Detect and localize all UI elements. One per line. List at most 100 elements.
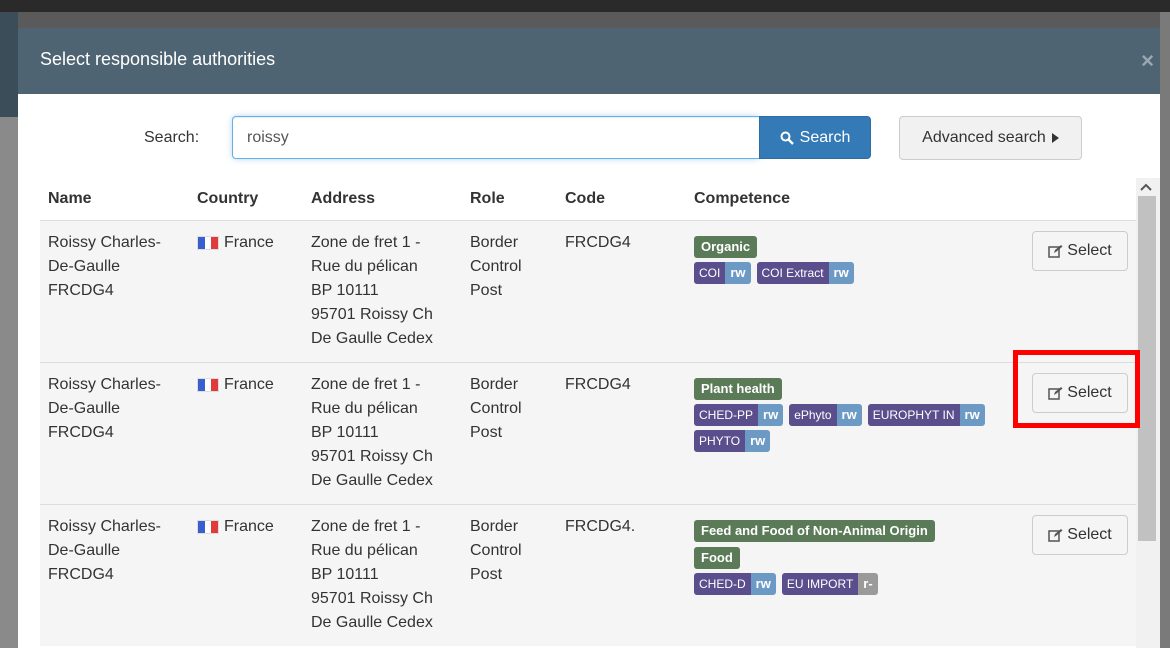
permission-name: CHED-PP	[694, 404, 759, 426]
chevron-up-icon[interactable]	[1140, 180, 1152, 194]
address-cell: Zone de fret 1 - Rue du pélican BP 10111 95…	[311, 515, 461, 635]
role-cell-line: Post	[470, 282, 503, 299]
role-cell-line: Border	[470, 518, 519, 535]
country-cell: France	[197, 231, 307, 255]
address-cell-line: Zone de fret 1 -	[311, 518, 421, 535]
country-name: France	[224, 234, 274, 251]
address-cell: Zone de fret 1 - Rue du pélican BP 10111 95…	[311, 231, 461, 351]
authority-name-line: FRCDG4	[48, 282, 114, 299]
select-button[interactable]: Select	[1032, 515, 1128, 555]
permission-name: PHYTO	[694, 430, 746, 452]
search-label: Search:	[144, 129, 200, 146]
address-cell-line: BP 10111	[311, 424, 379, 441]
authority-name-line: De-Gaulle	[48, 400, 121, 417]
code-cell: FRCDG4	[565, 234, 631, 251]
address-cell-line: De Gaulle Cedex	[311, 614, 433, 631]
select-authorities-modal: Select responsible authorities × Search:…	[18, 28, 1160, 648]
select-button[interactable]: Select	[1032, 373, 1128, 413]
close-icon[interactable]: ×	[1141, 48, 1154, 74]
permission-chips: COI rw COI Extract rw	[694, 262, 1024, 284]
country-cell: France	[197, 515, 307, 539]
column-header-competence: Competence	[694, 190, 791, 207]
permission-chip: ePhyto rw	[789, 404, 862, 426]
magnifier-icon	[780, 131, 794, 145]
modal-header: Select responsible authorities ×	[18, 28, 1160, 94]
advanced-search-button[interactable]: Advanced search	[899, 116, 1082, 160]
authority-name-line: FRCDG4	[48, 566, 114, 583]
role-cell-line: Post	[470, 424, 503, 441]
permission-chip: CHED-D rw	[694, 573, 776, 595]
permission-chip: COI rw	[694, 262, 751, 284]
country-cell: France	[197, 373, 307, 397]
modal-title: Select responsible authorities	[40, 49, 276, 69]
table-header: Name Country Address Role Code Competenc…	[40, 178, 1136, 220]
permission-name: CHED-D	[694, 573, 751, 595]
permission-name: COI Extract	[756, 262, 829, 284]
select-button-label: Select	[1067, 242, 1112, 259]
permission-chip: COI Extract rw	[756, 262, 854, 284]
competence-label: Plant health	[694, 378, 782, 400]
france-flag-icon	[197, 236, 219, 250]
permission-chip: PHYTO rw	[694, 430, 771, 452]
address-cell-line: 95701 Roissy Ch	[311, 448, 433, 465]
permission-rights: rw	[745, 430, 771, 452]
france-flag-icon	[197, 520, 219, 534]
role-cell-line: Control	[470, 258, 522, 275]
edit-icon	[1048, 244, 1063, 258]
role-cell-line: Control	[470, 542, 522, 559]
address-cell-line: Zone de fret 1 -	[311, 234, 421, 251]
country-name: France	[224, 518, 274, 535]
select-button[interactable]: Select	[1032, 231, 1128, 271]
authority-name: Roissy Charles- De-Gaulle FRCDG4	[48, 231, 190, 303]
permission-rights: rw	[836, 404, 862, 426]
address-cell-line: Zone de fret 1 -	[311, 376, 421, 393]
permission-rights: rw	[828, 262, 854, 284]
permission-rights: rw	[750, 573, 776, 595]
permission-name: EUROPHYT IN	[867, 404, 960, 426]
caret-right-icon	[1051, 133, 1059, 143]
role-cell-line: Border	[470, 234, 519, 251]
column-header-code: Code	[565, 190, 605, 207]
permission-rights: rw	[758, 404, 784, 426]
address-cell-line: De Gaulle Cedex	[311, 330, 433, 347]
address-cell-line: BP 10111	[311, 566, 379, 583]
code-cell: FRCDG4	[565, 376, 631, 393]
permission-chip: EUROPHYT IN rw	[867, 404, 985, 426]
permission-chips: CHED-PP rw ePhyto rw EUROPHYT IN rw PHYTO rw	[694, 404, 1024, 452]
address-cell: Zone de fret 1 - Rue du pélican BP 10111 95…	[311, 373, 461, 493]
role-cell: Border Control Post	[470, 515, 560, 587]
permission-name: EU IMPORT	[781, 573, 859, 595]
address-cell-line: 95701 Roissy Ch	[311, 306, 433, 323]
column-header-country: Country	[197, 190, 259, 207]
permission-chip: CHED-PP rw	[694, 404, 784, 426]
authority-name-line: Roissy Charles-	[48, 518, 161, 535]
permission-chip: EU IMPORT r-	[781, 573, 878, 595]
table-row: Roissy Charles- De-Gaulle FRCDG4 France Zone…	[40, 504, 1136, 646]
authority-name-line: De-Gaulle	[48, 542, 121, 559]
table-row: Roissy Charles- De-Gaulle FRCDG4 France Zone…	[40, 362, 1136, 504]
scrollbar-thumb[interactable]	[1138, 196, 1156, 541]
permission-chips: CHED-D rw EU IMPORT r-	[694, 573, 1024, 595]
search-button-label: Search	[799, 128, 851, 146]
code-cell: FRCDG4.	[565, 518, 636, 535]
permission-rights: rw	[959, 404, 985, 426]
competence-cell: Organic COI rw COI Extract rw	[694, 235, 1024, 284]
role-cell: Border Control Post	[470, 231, 560, 303]
authority-name-line: Roissy Charles-	[48, 234, 161, 251]
competence-label: Food	[694, 547, 740, 569]
select-button-label: Select	[1067, 384, 1112, 401]
role-cell-line: Post	[470, 566, 503, 583]
authority-name-line: Roissy Charles-	[48, 376, 161, 393]
france-flag-icon	[197, 378, 219, 392]
search-button[interactable]: Search	[759, 116, 871, 159]
search-input[interactable]	[232, 116, 759, 159]
address-cell-line: Rue du pélican	[311, 258, 418, 275]
country-name: France	[224, 376, 274, 393]
role-cell-line: Border	[470, 376, 519, 393]
edit-icon	[1048, 386, 1063, 400]
advanced-search-label: Advanced search	[922, 129, 1046, 146]
address-cell-line: BP 10111	[311, 282, 379, 299]
edit-icon	[1048, 528, 1063, 542]
address-cell-line: 95701 Roissy Ch	[311, 590, 433, 607]
competence-label: Organic	[694, 236, 758, 258]
